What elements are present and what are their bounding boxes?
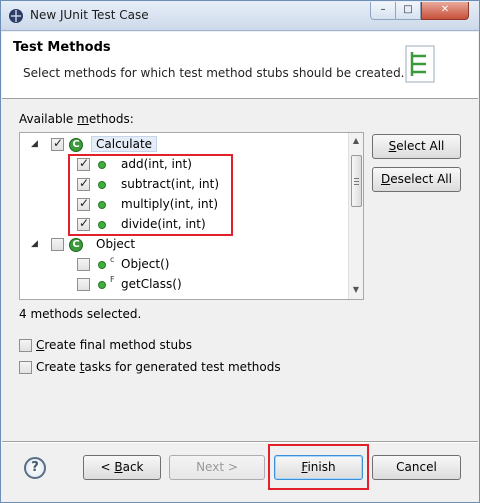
help-icon[interactable]: ? (24, 457, 46, 479)
selection-status: 4 methods selected. (19, 307, 142, 321)
close-button[interactable]: ✕ (421, 2, 469, 20)
page-description: Select methods for which test method stu… (23, 66, 405, 80)
dialog-window: New JUnit Test Case – □ ✕ Test Methods S… (0, 0, 480, 503)
select-all-button[interactable]: Select All (372, 134, 461, 159)
minimize-button[interactable]: – (370, 2, 396, 20)
highlight-annotation-methods (68, 154, 233, 236)
method-label: getClass() (121, 277, 182, 291)
eclipse-app-icon (9, 9, 23, 23)
create-final-stubs-label: Create final method stubs (36, 338, 192, 352)
wizard-header: Test Methods Select methods for which te… (2, 32, 478, 99)
class-label-object: Object (96, 237, 136, 251)
tree-row-class-calculate[interactable]: ◢ C Calculate (20, 135, 348, 155)
tree-row-class-object[interactable]: ◢ C Object (20, 235, 348, 255)
method-label: Object() (121, 257, 170, 271)
next-button[interactable]: Next > (169, 455, 265, 480)
tree-scrollbar[interactable]: ▲ ▼ (348, 133, 363, 299)
cancel-button[interactable]: Cancel (372, 455, 461, 480)
window-title: New JUnit Test Case (30, 8, 149, 22)
method-checkbox[interactable] (77, 278, 90, 291)
grip-line (354, 184, 359, 185)
footer-divider (2, 441, 478, 443)
available-methods-label: Available methods: (19, 112, 134, 126)
grip-line (354, 181, 359, 182)
deselect-all-button[interactable]: Deselect All (372, 167, 461, 192)
title-bar[interactable]: New JUnit Test Case – □ ✕ (1, 1, 479, 31)
back-button[interactable]: < Back (83, 455, 161, 480)
junit-wizard-icon (405, 45, 435, 83)
highlight-annotation-finish (268, 444, 369, 490)
class-icon: C (69, 138, 83, 152)
page-title: Test Methods (13, 40, 111, 55)
create-final-stubs-checkbox[interactable] (19, 339, 32, 352)
class-checkbox-calculate[interactable] (51, 136, 64, 151)
public-method-icon (98, 281, 106, 289)
class-icon: C (69, 238, 83, 252)
tree-row-method[interactable]: c Object() (20, 255, 348, 275)
create-tasks-label: Create tasks for generated test methods (36, 360, 281, 374)
class-label-calculate: Calculate (91, 136, 158, 152)
tree-row-method[interactable]: F getClass() (20, 275, 348, 295)
scroll-up-arrow-icon[interactable]: ▲ (351, 136, 361, 146)
grip-line (354, 178, 359, 179)
public-method-icon (98, 261, 106, 269)
scroll-thumb[interactable] (351, 155, 362, 207)
maximize-button[interactable]: □ (395, 2, 421, 20)
create-tasks-checkbox[interactable] (19, 361, 32, 374)
method-checkbox[interactable] (77, 258, 90, 271)
constructor-modifier-icon: c (110, 255, 115, 264)
collapse-triangle-icon[interactable]: ◢ (31, 239, 41, 249)
collapse-triangle-icon[interactable]: ◢ (31, 139, 41, 149)
scroll-down-arrow-icon[interactable]: ▼ (351, 285, 361, 295)
class-checkbox-object[interactable] (51, 238, 64, 251)
final-modifier-icon: F (110, 275, 115, 284)
